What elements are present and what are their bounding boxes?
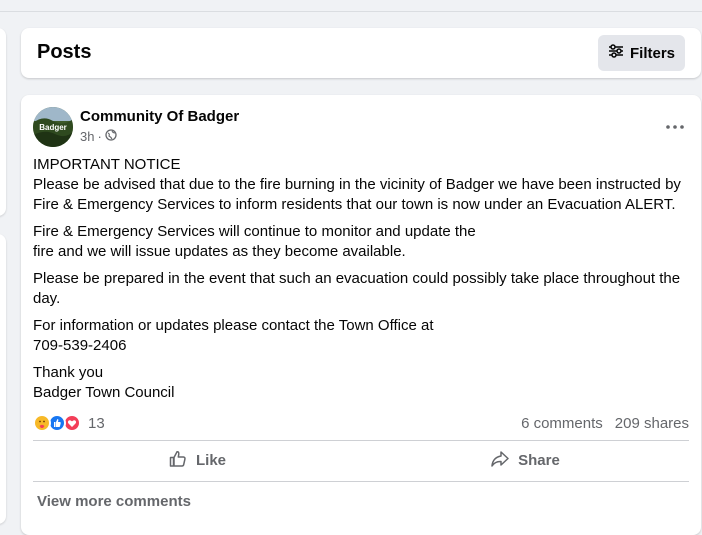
more-options-button[interactable] [663,115,687,135]
post-paragraph: Thank you Badger Town Council [33,363,693,403]
share-arrow-icon [490,449,510,473]
divider [33,440,689,441]
post-line: Badger Town Council [33,384,175,401]
post-line: Fire & Emergency Services will continue … [33,223,476,240]
filters-button[interactable]: Filters [598,35,685,71]
post-card: Badger Community Of Badger 3h · IMPORTAN… [21,95,701,535]
divider [33,481,689,482]
post-line: IMPORTANT NOTICE [33,156,181,173]
shares-count[interactable]: 209 shares [615,415,689,432]
post-line: fire and we will issue updates as they b… [33,243,406,260]
comments-count[interactable]: 6 comments [521,415,603,432]
post-actions: Like Share [33,442,689,479]
post-paragraph: Fire & Emergency Services will continue … [33,222,693,262]
posts-title: Posts [37,41,92,63]
care-reaction-icon [33,414,51,432]
post-paragraph: Please be prepared in the event that suc… [33,269,693,309]
page-name-link[interactable]: Community Of Badger [80,108,239,125]
like-button[interactable]: Like [33,442,361,479]
reaction-count[interactable]: 13 [88,415,105,432]
post-line: For information or updates please contac… [33,317,434,334]
like-label: Like [195,452,226,469]
post-meta: 3h · [80,129,117,144]
filters-icon [608,44,624,62]
engagement-counts: 6 comments 209 shares [521,415,689,432]
reaction-icons[interactable] [33,414,81,432]
posts-header-card: Posts Filters [21,28,701,78]
post-line: Please be advised that due to the fire b… [33,176,681,193]
globe-icon [105,129,117,144]
post-line: day. [33,290,61,307]
left-column-card [0,234,6,524]
top-bar-edge [0,0,702,12]
post-line: 709-539-2406 [33,337,127,354]
post-timestamp[interactable]: 3h [80,129,94,144]
meta-separator: · [97,129,102,144]
post-line: Please be prepared in the event that suc… [33,270,681,287]
post-paragraph: For information or updates please contac… [33,316,693,356]
post-line: Thank you [33,364,104,381]
post-body-text: IMPORTANT NOTICE Please be advised that … [33,155,693,410]
share-label: Share [518,452,560,469]
post-paragraph: IMPORTANT NOTICE Please be advised that … [33,155,693,215]
share-button[interactable]: Share [361,442,689,479]
filters-label: Filters [629,44,675,62]
avatar-logo-text: Badger [39,123,67,132]
reactions-summary: 13 6 comments 209 shares [33,412,689,434]
post-line: Fire & Emergency Services to inform resi… [33,196,676,213]
thumbs-up-icon [168,449,188,473]
page-avatar[interactable]: Badger [33,107,73,147]
more-dots-icon [666,116,684,134]
left-column-card [0,28,6,216]
view-more-comments-link[interactable]: View more comments [37,493,191,510]
